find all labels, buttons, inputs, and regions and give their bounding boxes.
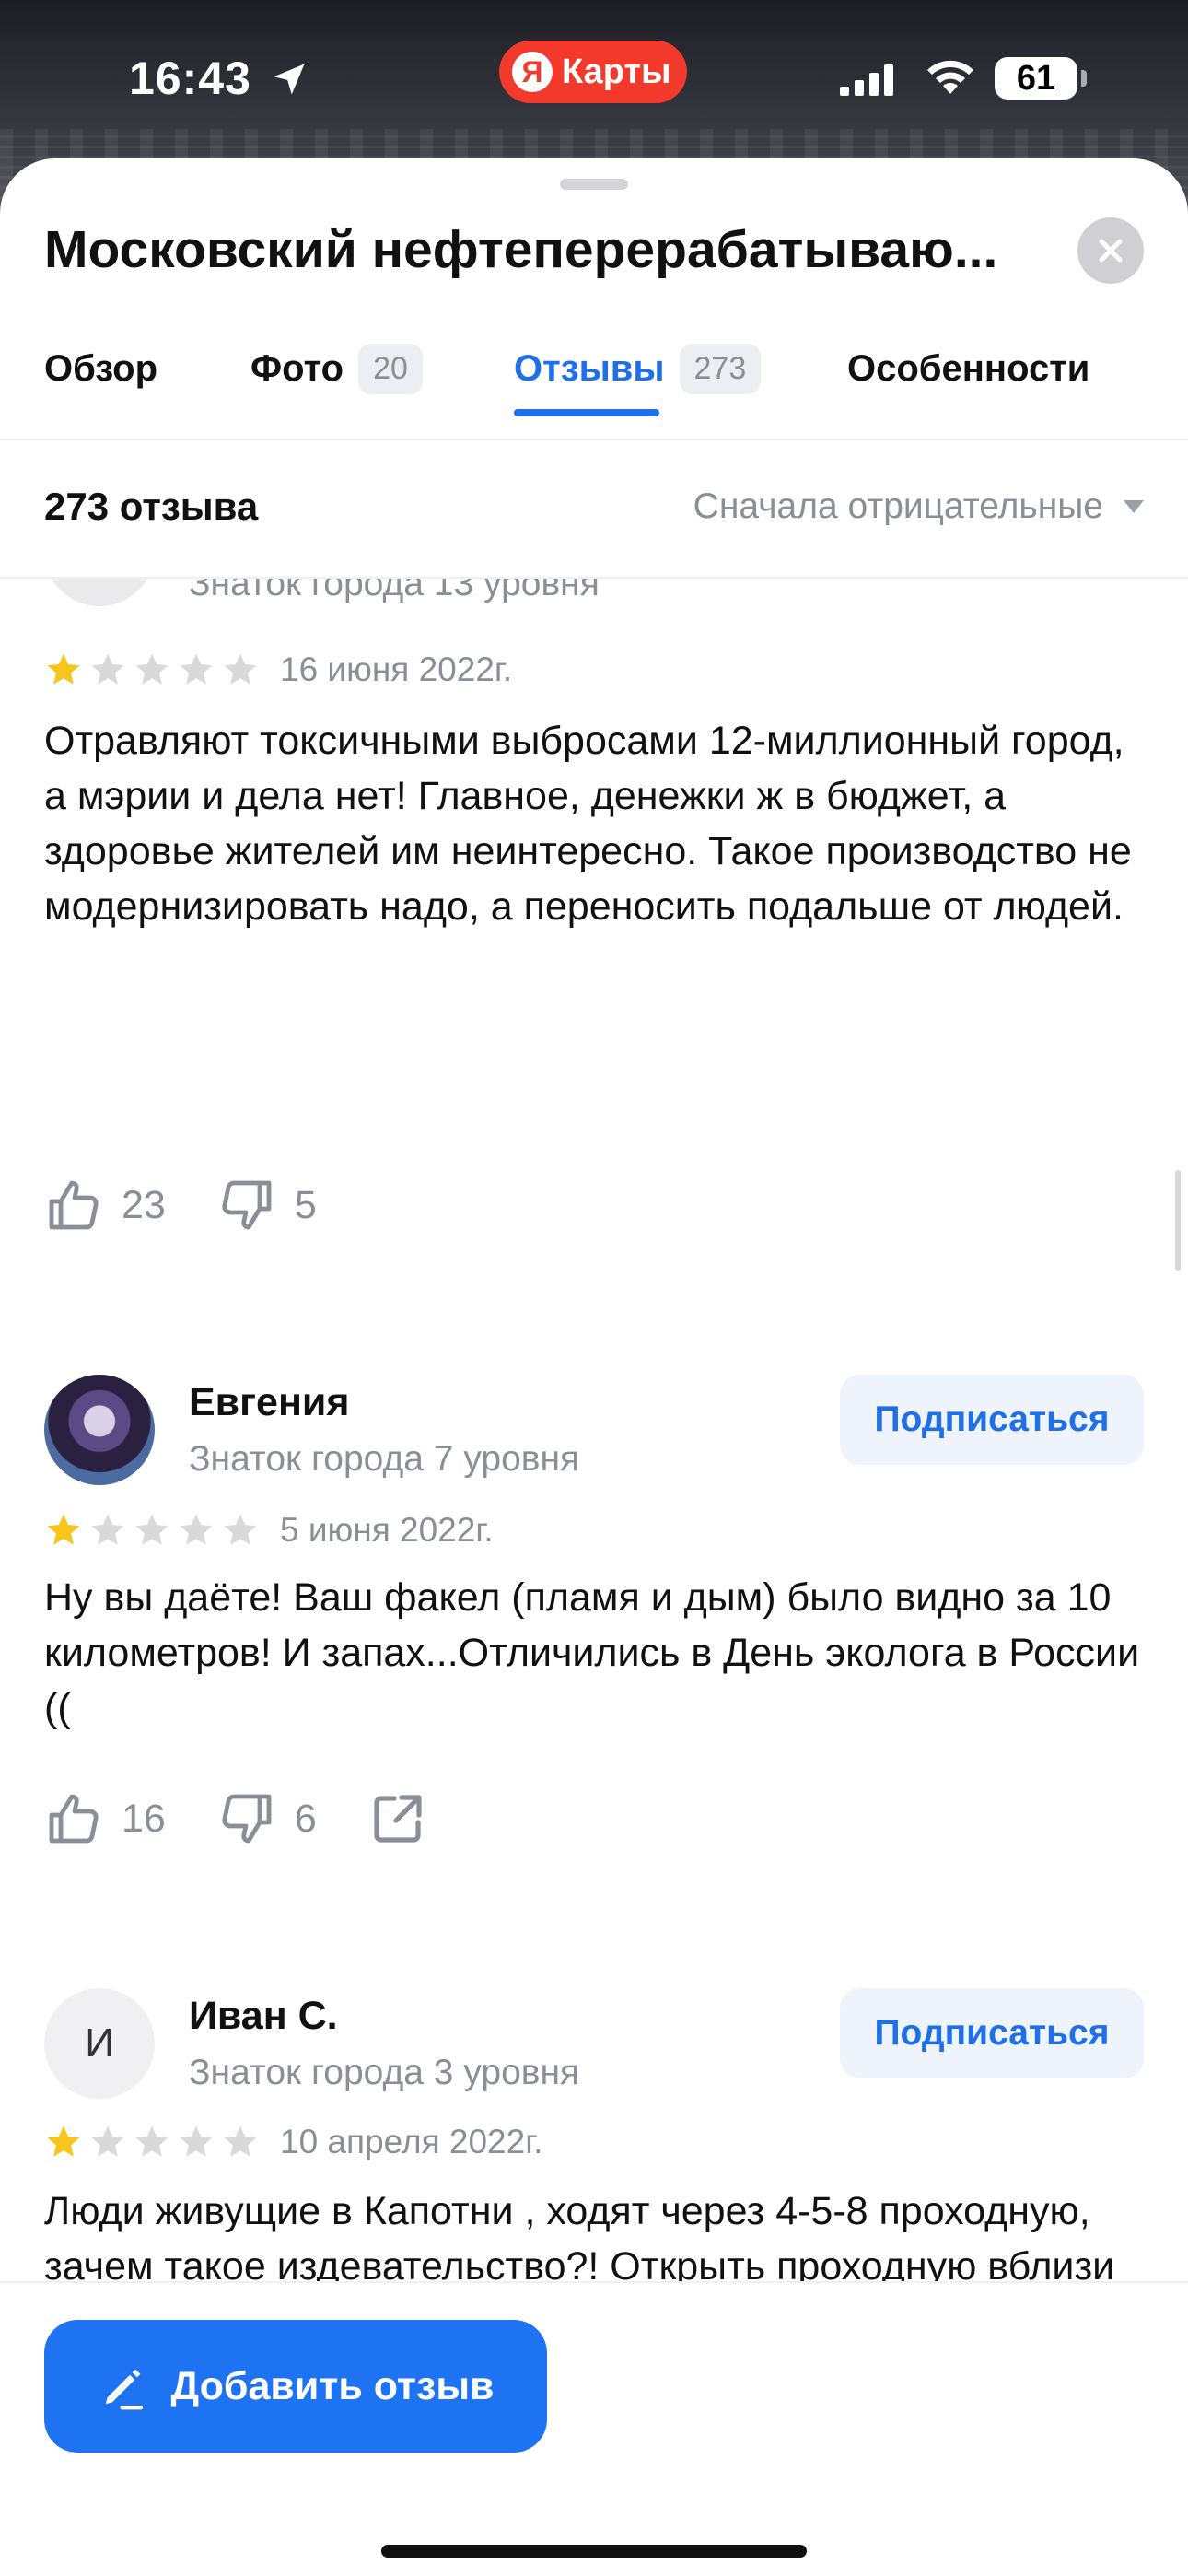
close-button[interactable] [1077, 217, 1144, 284]
author-level: Знаток города 3 уровня [189, 2053, 580, 2092]
share-button[interactable] [368, 1789, 427, 1848]
star-empty-icon [135, 1514, 169, 1545]
share-icon [374, 1795, 422, 1843]
subscribe-button[interactable]: Подписаться [840, 1375, 1144, 1465]
chevron-down-icon [1124, 500, 1144, 513]
dislike-count: 6 [294, 1796, 317, 1841]
review-text: Отравляют токсичными выбросами 12-миллио… [44, 719, 1132, 929]
pencil-icon [105, 2369, 143, 2410]
yandex-logo-icon: Я [512, 52, 553, 92]
dislike-button[interactable]: 6 [217, 1789, 317, 1848]
like-count: 23 [122, 1182, 166, 1227]
rating-stars [44, 650, 260, 689]
reviews-header: 273 отзыва Сначала отрицательные [0, 440, 1188, 579]
star-empty-icon [224, 653, 257, 685]
avatar [44, 579, 155, 606]
star-empty-icon [91, 2125, 124, 2157]
star-filled-icon [47, 2125, 80, 2157]
thumbs-up-icon [49, 1180, 99, 1230]
reviews-list[interactable]: Знаток города 13 уровня 16 июня 2022г. О… [0, 579, 1188, 2348]
active-tab-indicator [514, 409, 659, 416]
status-bar: 16:43 Я Карты 61 [0, 0, 1188, 157]
status-time: 16:43 [129, 53, 251, 104]
tab-overview[interactable]: Обзор [44, 332, 157, 405]
review-text: Ну вы даёте! Ваш факел (пламя и дым) был… [44, 1575, 1140, 1730]
tab-reviews[interactable]: Отзывы 273 [514, 332, 762, 405]
add-review-label: Добавить отзыв [170, 2363, 495, 2408]
sort-dropdown[interactable]: Сначала отрицательные [693, 486, 1144, 527]
like-button[interactable]: 23 [44, 1176, 166, 1235]
star-empty-icon [135, 2125, 169, 2157]
star-filled-icon [47, 653, 80, 685]
wifi-icon [927, 60, 973, 94]
dislike-button[interactable]: 5 [217, 1176, 317, 1235]
review-date: 5 июня 2022г. [280, 1511, 494, 1549]
review-actions: 16 6 [44, 1789, 479, 1848]
rating-row: 10 апреля 2022г. [44, 2123, 542, 2161]
tab-features[interactable]: Особенности [847, 332, 1089, 405]
home-indicator[interactable] [381, 2545, 807, 2558]
tabs-bar: Обзор Фото 20 Отзывы 273 Особенности [0, 332, 1188, 424]
star-empty-icon [180, 1514, 213, 1545]
tab-label: Обзор [44, 347, 158, 389]
battery-indicator: 61 [995, 57, 1087, 100]
star-empty-icon [180, 653, 213, 685]
rating-row: 16 июня 2022г. [44, 650, 512, 689]
like-button[interactable]: 16 [44, 1789, 166, 1848]
reviews-count: 273 отзыва [44, 485, 259, 528]
sheet-grabber[interactable] [560, 179, 628, 190]
like-count: 16 [122, 1796, 166, 1841]
clipped-review-header: Знаток города 13 уровня [0, 579, 1188, 606]
dislike-count: 5 [294, 1182, 317, 1227]
avatar[interactable] [44, 1375, 155, 1485]
author-level: Знаток города 7 уровня [189, 1439, 580, 1479]
thumbs-down-icon [222, 1794, 272, 1844]
location-arrow-icon [274, 64, 305, 95]
author-name[interactable]: Иван С. [189, 1994, 338, 2039]
tab-label: Особенности [847, 347, 1090, 389]
cellular-signal-icon [840, 64, 893, 96]
star-empty-icon [180, 2125, 213, 2157]
rating-stars [44, 2123, 260, 2161]
star-empty-icon [91, 653, 124, 685]
subscribe-button[interactable]: Подписаться [840, 1988, 1144, 2078]
author-level: Знаток города 13 уровня [189, 579, 600, 603]
tab-count-badge: 273 [679, 343, 762, 394]
star-filled-icon [47, 1514, 80, 1545]
scrollbar[interactable] [1175, 1170, 1181, 1271]
back-to-app-badge[interactable]: Я Карты [499, 41, 687, 103]
tab-count-badge: 20 [358, 343, 423, 394]
sort-label: Сначала отрицательные [693, 486, 1103, 526]
close-icon [1099, 239, 1123, 263]
app-badge-name: Карты [562, 52, 671, 91]
star-empty-icon [135, 653, 169, 685]
tab-photos[interactable]: Фото 20 [250, 332, 423, 405]
star-empty-icon [91, 1514, 124, 1545]
star-empty-icon [224, 2125, 257, 2157]
tab-label: Фото [250, 347, 344, 389]
place-title: Московский нефтеперерабатываю... [44, 220, 998, 279]
review-date: 10 апреля 2022г. [280, 2123, 543, 2160]
rating-stars [44, 1511, 260, 1550]
thumbs-down-icon [222, 1180, 272, 1230]
tab-label: Отзывы [514, 347, 665, 389]
bottom-bar: Добавить отзыв [0, 2281, 1188, 2576]
review-actions: 23 5 [44, 1176, 368, 1235]
rating-row: 5 июня 2022г. [44, 1511, 494, 1550]
review-date: 16 июня 2022г. [280, 650, 513, 688]
star-empty-icon [224, 1514, 257, 1545]
thumbs-up-icon [49, 1794, 99, 1844]
avatar[interactable]: И [44, 1988, 155, 2099]
author-name[interactable]: Евгения [189, 1380, 349, 1425]
add-review-button[interactable]: Добавить отзыв [44, 2320, 547, 2453]
place-card-sheet: Московский нефтеперерабатываю... Обзор Ф… [0, 158, 1188, 2576]
